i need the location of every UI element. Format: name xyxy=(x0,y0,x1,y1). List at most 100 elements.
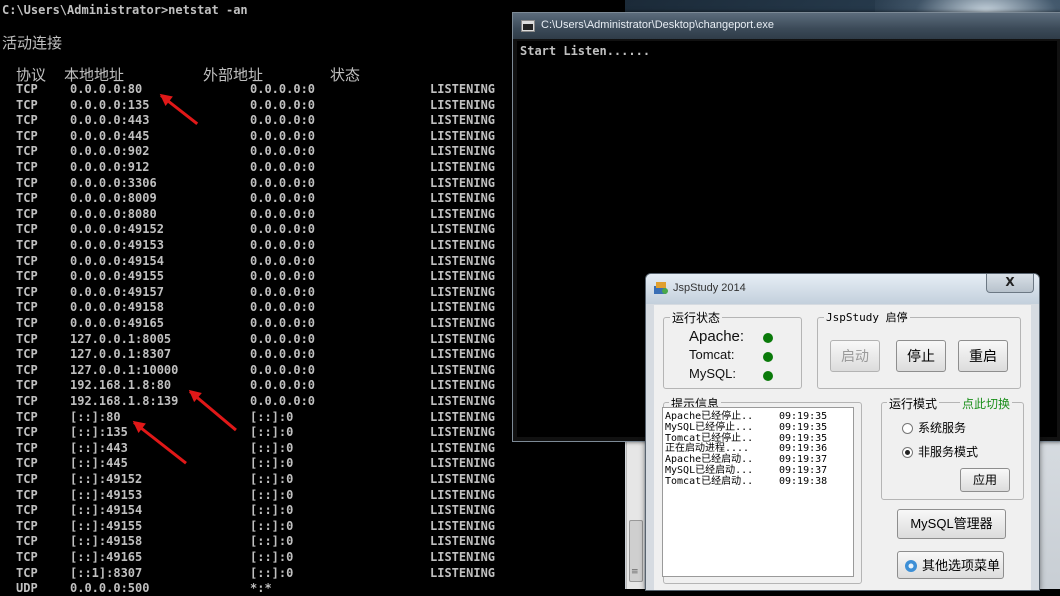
cell-proto: TCP xyxy=(16,222,38,237)
start-button[interactable]: 启动 xyxy=(830,340,880,372)
cell-faddr: 0.0.0.0:0 xyxy=(250,253,316,268)
mysql-manager-button[interactable]: MySQL管理器 xyxy=(897,509,1006,539)
cell-laddr: 127.0.0.1:10000 xyxy=(70,362,179,377)
tomcat-status-icon xyxy=(763,352,773,362)
cell-faddr: 0.0.0.0:0 xyxy=(250,222,316,237)
cell-state: LISTENING xyxy=(430,238,496,252)
cell-faddr: 0.0.0.0:0 xyxy=(250,206,316,221)
cell-proto: TCP xyxy=(16,144,38,159)
red-arrow-annotation xyxy=(189,390,237,432)
cell-laddr: [::]:49158 xyxy=(70,534,143,549)
red-arrow-annotation xyxy=(133,421,187,465)
cell-faddr: [::]:0 xyxy=(250,503,294,518)
cell-faddr: [::]:0 xyxy=(250,425,294,440)
cell-state: LISTENING xyxy=(430,160,496,174)
mode-service-radio[interactable] xyxy=(902,423,913,434)
cell-laddr: 0.0.0.0:8009 xyxy=(70,191,157,206)
cell-state: LISTENING xyxy=(430,331,496,346)
cell-state: LISTENING xyxy=(430,144,496,159)
cell-laddr: 0.0.0.0:49165 xyxy=(70,316,164,330)
cell-faddr: 0.0.0.0:0 xyxy=(250,97,316,112)
cell-proto: TCP xyxy=(16,425,38,440)
cell-laddr: 0.0.0.0:902 xyxy=(70,144,150,159)
red-arrow-annotation xyxy=(160,94,199,126)
cell-proto: TCP xyxy=(16,487,38,502)
cell-faddr: 0.0.0.0:0 xyxy=(250,284,316,299)
cell-proto: TCP xyxy=(16,331,38,346)
cell-faddr: 0.0.0.0:0 xyxy=(250,362,316,377)
cell-proto: TCP xyxy=(16,409,38,424)
cell-proto: TCP xyxy=(16,534,38,549)
header-state: 状态 xyxy=(330,66,361,84)
console-output: Start Listen...... xyxy=(520,44,651,58)
cell-state: LISTENING xyxy=(430,316,496,330)
mode-nonservice-radio[interactable] xyxy=(902,447,913,458)
cell-state: LISTENING xyxy=(430,113,496,128)
cell-laddr: 0.0.0.0:135 xyxy=(70,97,150,112)
jspstudy-app-icon xyxy=(654,282,668,294)
cell-state: LISTENING xyxy=(430,456,496,471)
mysql-status-icon xyxy=(763,371,773,381)
cell-faddr: *:* xyxy=(250,581,272,596)
cmd-scrollbar[interactable]: ≡ xyxy=(626,420,644,589)
cell-laddr: 0.0.0.0:912 xyxy=(70,160,150,174)
mode-nonservice-label[interactable]: 非服务模式 xyxy=(918,443,978,460)
cell-faddr: 0.0.0.0:0 xyxy=(250,394,316,408)
cell-laddr: 0.0.0.0:443 xyxy=(70,113,150,128)
cell-state: LISTENING xyxy=(430,222,496,237)
cell-laddr: 0.0.0.0:80 xyxy=(70,82,143,96)
log-message: MySQL已经启动... xyxy=(665,465,754,476)
cell-faddr: [::]:0 xyxy=(250,565,294,580)
cell-state: LISTENING xyxy=(430,128,496,143)
stop-button[interactable]: 停止 xyxy=(896,340,946,372)
cell-laddr: [::]:80 xyxy=(70,409,121,424)
active-connections-title: 活动连接 xyxy=(2,34,63,52)
cell-state: LISTENING xyxy=(430,440,496,455)
changeport-title: C:\Users\Administrator\Desktop\changepor… xyxy=(541,19,774,31)
cell-laddr: 0.0.0.0:49154 xyxy=(70,253,164,268)
cell-faddr: 0.0.0.0:0 xyxy=(250,238,316,252)
mode-switch-link[interactable]: 点此切换 xyxy=(960,395,1013,412)
log-message: Tomcat已经启动.. xyxy=(665,475,754,487)
restart-button[interactable]: 重启 xyxy=(958,340,1008,372)
cell-state: LISTENING xyxy=(430,175,496,190)
cell-proto: TCP xyxy=(16,253,38,268)
command-line: C:\Users\Administrator>netstat -an xyxy=(2,3,248,17)
cell-laddr: [::]:443 xyxy=(70,440,128,455)
close-button[interactable]: X xyxy=(986,274,1034,293)
apply-button[interactable]: 应用 xyxy=(960,468,1010,492)
cell-state: LISTENING xyxy=(430,487,496,502)
cell-faddr: 0.0.0.0:0 xyxy=(250,82,316,96)
cell-faddr: 0.0.0.0:0 xyxy=(250,160,316,174)
cell-faddr: [::]:0 xyxy=(250,472,294,486)
mode-group-label: 运行模式 xyxy=(887,395,940,412)
cell-proto: TCP xyxy=(16,518,38,533)
cell-laddr: 192.168.1.8:139 xyxy=(70,394,179,408)
log-time: 09:19:35 xyxy=(779,411,828,422)
jspstudy-window[interactable]: JspStudy 2014 X 运行状态 Apache: Tomcat: MyS… xyxy=(645,273,1040,591)
cell-laddr: [::]:49165 xyxy=(70,550,143,564)
cell-state: LISTENING xyxy=(430,378,496,393)
control-group-label: JspStudy 启停 xyxy=(824,309,910,325)
cell-laddr: [::]:445 xyxy=(70,456,128,471)
cell-state: LISTENING xyxy=(430,472,496,486)
jspstudy-titlebar[interactable]: JspStudy 2014 xyxy=(646,274,1039,304)
cell-state: LISTENING xyxy=(430,394,496,408)
cell-proto: TCP xyxy=(16,97,38,112)
cell-proto: TCP xyxy=(16,316,38,330)
log-time: 09:19:37 xyxy=(779,454,828,466)
cell-proto: TCP xyxy=(16,191,38,206)
cell-laddr: 0.0.0.0:3306 xyxy=(70,175,157,190)
cell-state: LISTENING xyxy=(430,565,496,580)
cell-proto: TCP xyxy=(16,113,38,128)
cell-faddr: [::]:0 xyxy=(250,534,294,549)
log-list[interactable]: Apache已经停止.. 09:19:35 MySQL已经停止... 09:19:35… xyxy=(662,407,854,577)
cell-laddr: [::]:49155 xyxy=(70,518,143,533)
cell-faddr: 0.0.0.0:0 xyxy=(250,175,316,190)
cell-laddr: 127.0.0.1:8307 xyxy=(70,347,172,362)
other-options-button[interactable]: 其他选项菜单 xyxy=(897,551,1004,579)
mode-service-label[interactable]: 系统服务 xyxy=(918,419,966,436)
cell-proto: TCP xyxy=(16,206,38,221)
cell-proto: TCP xyxy=(16,284,38,299)
changeport-titlebar[interactable]: C:\Users\Administrator\Desktop\changepor… xyxy=(513,13,1060,39)
